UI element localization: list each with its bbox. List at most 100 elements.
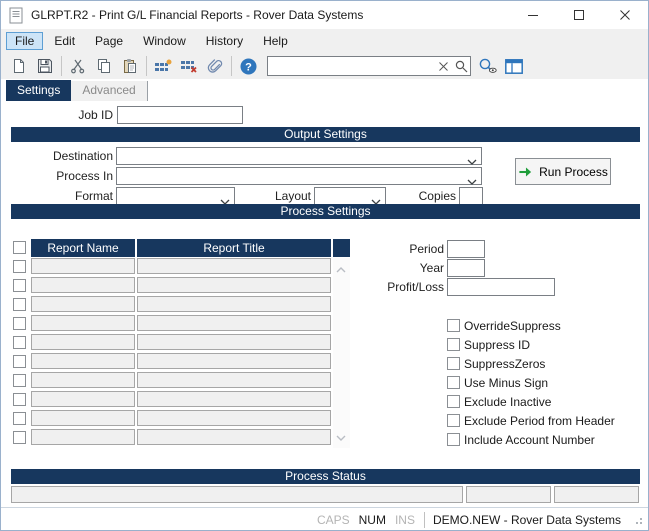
report-name-cell[interactable] [31, 410, 135, 426]
report-name-cell[interactable] [31, 391, 135, 407]
record-lookup-button[interactable] [475, 55, 501, 77]
report-title-cell[interactable] [137, 296, 331, 312]
row-checkbox[interactable] [13, 355, 26, 368]
report-title-cell[interactable] [137, 372, 331, 388]
report-title-cell[interactable] [137, 429, 331, 445]
paste-icon [122, 58, 138, 74]
report-title-cell[interactable] [137, 258, 331, 274]
menu-window[interactable]: Window [134, 32, 195, 50]
copy-button[interactable] [91, 55, 117, 77]
save-button[interactable] [32, 55, 58, 77]
row-checkbox[interactable] [13, 374, 26, 387]
table-row [1, 296, 649, 315]
report-title-cell[interactable] [137, 353, 331, 369]
checkbox-box[interactable] [447, 414, 460, 427]
report-title-cell[interactable] [137, 315, 331, 331]
report-name-cell[interactable] [31, 277, 135, 293]
year-input[interactable] [447, 259, 485, 277]
job-id-input[interactable] [117, 106, 243, 124]
report-name-cell[interactable] [31, 372, 135, 388]
run-process-button[interactable]: Run Process [515, 158, 611, 185]
tab-advanced[interactable]: Advanced [71, 81, 147, 101]
record-lookup-icon [478, 58, 498, 74]
report-title-cell[interactable] [137, 277, 331, 293]
close-button[interactable] [602, 1, 648, 29]
checkbox-exclude-inactive[interactable]: Exclude Inactive [447, 392, 615, 411]
menu-page[interactable]: Page [86, 32, 132, 50]
row-checkbox[interactable] [13, 298, 26, 311]
cut-button[interactable] [65, 55, 91, 77]
maximize-icon [574, 10, 584, 20]
row-checkbox[interactable] [13, 431, 26, 444]
checkbox-box[interactable] [447, 338, 460, 351]
process-in-dropdown[interactable] [116, 167, 482, 185]
checkbox-include-account-number[interactable]: Include Account Number [447, 430, 615, 449]
menu-help[interactable]: Help [254, 32, 297, 50]
checkbox-suppress-zeros[interactable]: SuppressZeros [447, 354, 615, 373]
search-icon[interactable] [452, 57, 470, 75]
app-document-icon [9, 7, 23, 27]
report-name-cell[interactable] [31, 296, 135, 312]
minimize-icon [528, 10, 538, 20]
report-title-cell[interactable] [137, 334, 331, 350]
checkbox-box[interactable] [447, 357, 460, 370]
help-button[interactable]: ? [235, 55, 261, 77]
row-checkbox[interactable] [13, 260, 26, 273]
svg-text:?: ? [245, 61, 252, 73]
report-name-cell[interactable] [31, 334, 135, 350]
checkbox-override-suppress[interactable]: OverrideSuppress [447, 316, 615, 335]
cut-icon [70, 58, 86, 74]
resize-grip-icon[interactable] [632, 514, 644, 526]
clear-search-icon[interactable] [434, 57, 452, 75]
checkbox-suppress-id[interactable]: Suppress ID [447, 335, 615, 354]
checkbox-box[interactable] [447, 376, 460, 389]
attachment-button[interactable] [202, 55, 228, 77]
destination-label: Destination [1, 149, 113, 163]
paste-button[interactable] [117, 55, 143, 77]
row-checkbox[interactable] [13, 393, 26, 406]
maximize-button[interactable] [556, 1, 602, 29]
row-checkbox[interactable] [13, 412, 26, 425]
minimize-button[interactable] [510, 1, 556, 29]
row-checkbox[interactable] [13, 336, 26, 349]
menu-history[interactable]: History [197, 32, 252, 50]
format-dropdown[interactable] [116, 187, 235, 205]
destination-dropdown[interactable] [116, 147, 482, 165]
period-input[interactable] [447, 240, 485, 258]
report-title-cell[interactable] [137, 391, 331, 407]
column-header-report-name[interactable]: Report Name [31, 239, 135, 257]
app-window: GLRPT.R2 - Print G/L Financial Reports -… [0, 0, 649, 531]
profit-loss-input[interactable] [447, 278, 555, 296]
layout-dropdown[interactable] [314, 187, 386, 205]
profit-loss-label: Profit/Loss [341, 280, 444, 294]
column-header-report-title[interactable]: Report Title [137, 239, 331, 257]
format-label: Format [1, 189, 113, 203]
layout-panel-button[interactable] [501, 55, 527, 77]
insert-rows-button[interactable] [150, 55, 176, 77]
checkbox-exclude-period-from-header[interactable]: Exclude Period from Header [447, 411, 615, 430]
checkbox-use-minus-sign[interactable]: Use Minus Sign [447, 373, 615, 392]
checkbox-box[interactable] [447, 319, 460, 332]
new-button[interactable] [6, 55, 32, 77]
copies-input[interactable] [459, 187, 483, 205]
row-checkbox[interactable] [13, 317, 26, 330]
menu-edit[interactable]: Edit [45, 32, 84, 50]
row-checkbox[interactable] [13, 279, 26, 292]
delete-rows-button[interactable] [176, 55, 202, 77]
report-title-cell[interactable] [137, 410, 331, 426]
report-name-cell[interactable] [31, 315, 135, 331]
scroll-down-icon[interactable] [336, 430, 346, 444]
checkbox-box[interactable] [447, 433, 460, 446]
checkbox-box[interactable] [447, 395, 460, 408]
process-settings-header: Process Settings [11, 204, 640, 219]
search-input[interactable] [268, 58, 434, 74]
report-name-cell[interactable] [31, 353, 135, 369]
chevron-down-icon [467, 174, 477, 188]
report-name-cell[interactable] [31, 429, 135, 445]
report-name-cell[interactable] [31, 258, 135, 274]
tab-settings[interactable]: Settings [6, 80, 71, 101]
menu-file[interactable]: File [6, 32, 43, 50]
period-label: Period [341, 242, 444, 256]
select-all-checkbox[interactable] [13, 241, 26, 254]
statusbar-num-indicator: NUM [359, 513, 386, 527]
